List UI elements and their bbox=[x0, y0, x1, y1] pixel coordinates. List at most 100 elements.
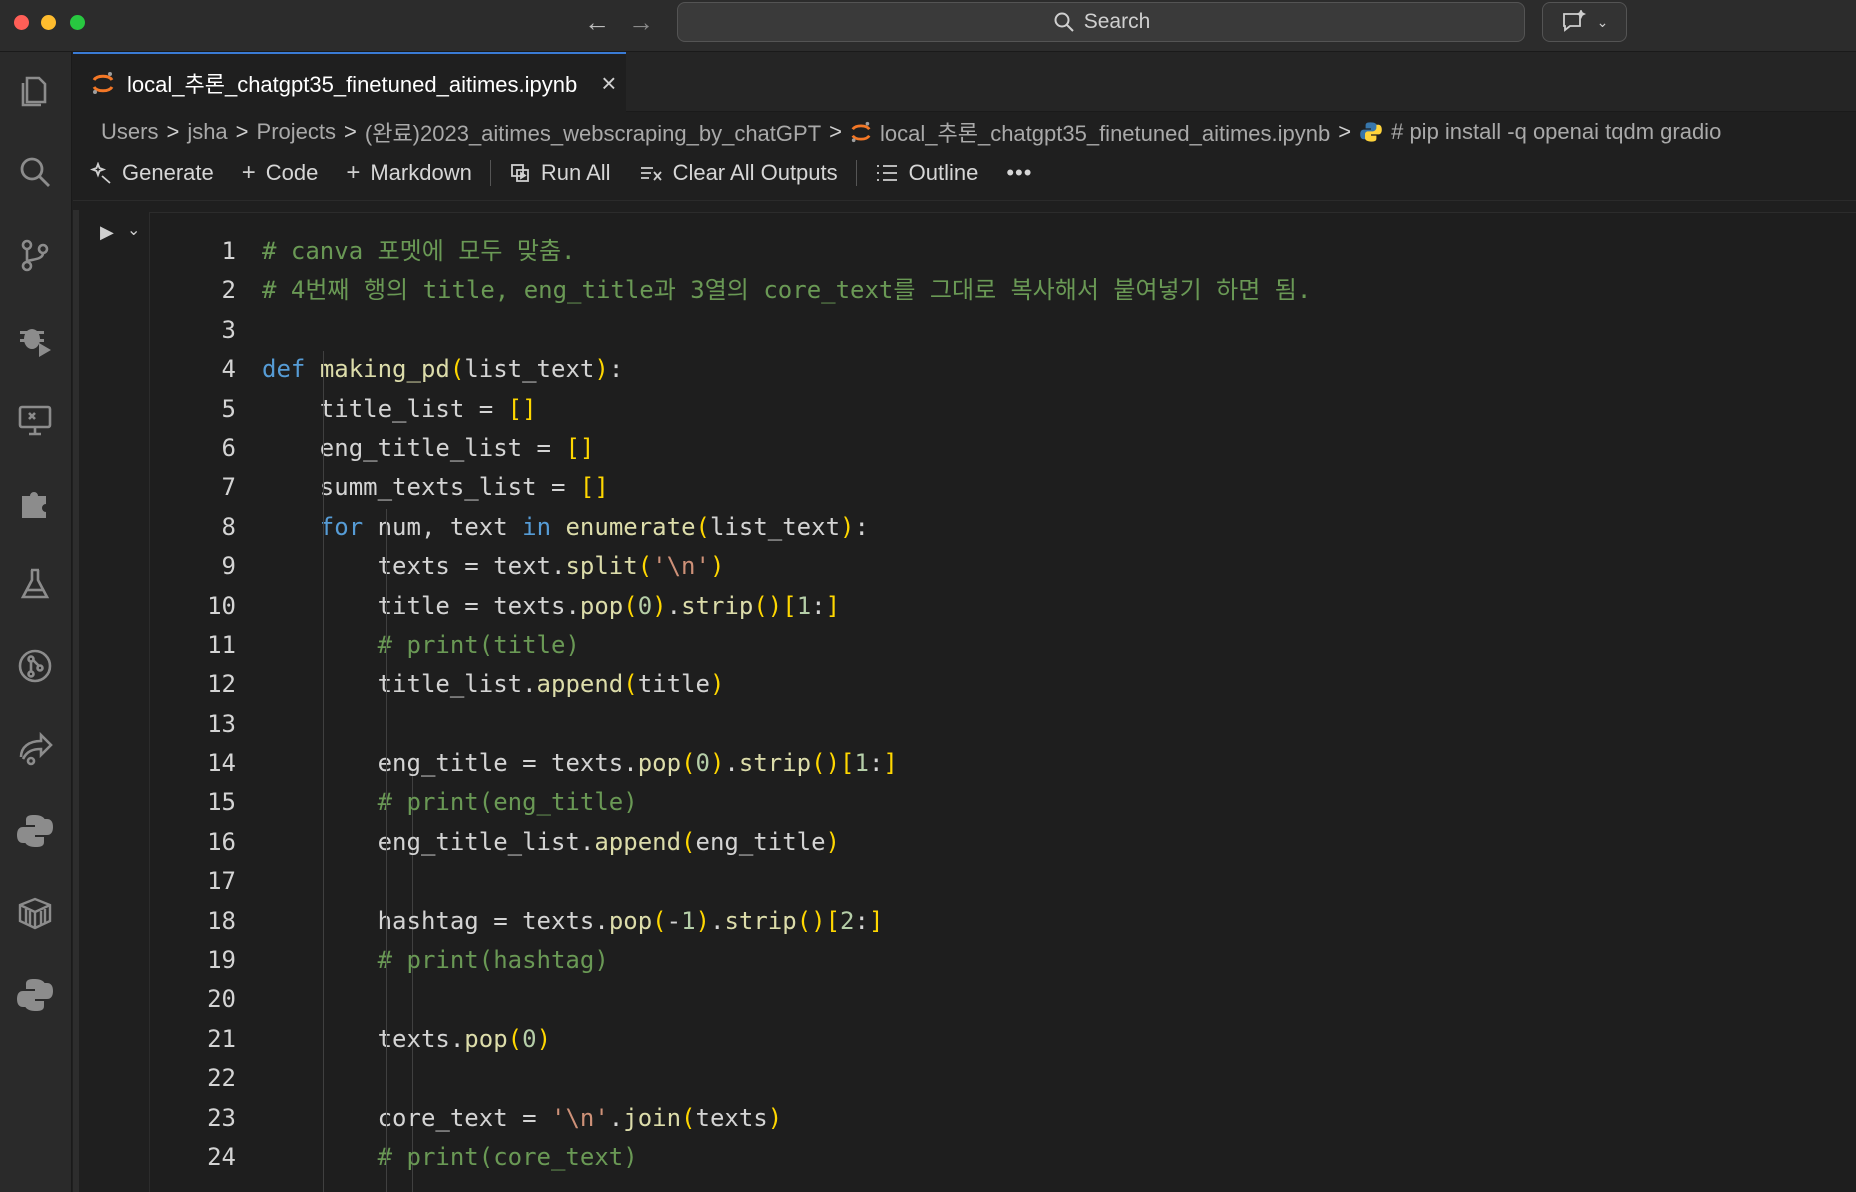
arrow-left-icon[interactable]: ← bbox=[582, 9, 612, 36]
run-cell-icon[interactable]: ▶ bbox=[100, 222, 114, 243]
generate-button[interactable]: Generate bbox=[90, 160, 214, 186]
chevron-down-icon: ⌄ bbox=[1596, 13, 1609, 30]
code-line: 12 title_list.append(title) bbox=[150, 665, 724, 704]
outline-label: Outline bbox=[908, 160, 979, 185]
python-env-icon[interactable] bbox=[12, 972, 58, 1018]
code-text: # 4번째 행의 title, eng_title과 3열의 core_text… bbox=[262, 276, 1312, 305]
more-icon: ••• bbox=[1006, 160, 1033, 185]
chat-button[interactable]: ⌄ bbox=[1542, 2, 1627, 42]
line-number: 6 bbox=[221, 433, 236, 462]
line-number: 15 bbox=[207, 788, 236, 817]
remote-explorer-icon[interactable] bbox=[12, 396, 58, 442]
python-icon bbox=[1360, 122, 1382, 142]
code-text: # print(eng_title) bbox=[262, 788, 638, 817]
run-all-button[interactable]: Run All bbox=[509, 160, 611, 186]
code-line: 19 # print(hashtag) bbox=[150, 941, 609, 980]
search-icon bbox=[1054, 12, 1074, 32]
add-markdown-cell-button[interactable]: + Markdown bbox=[346, 159, 472, 187]
minimize-window-button[interactable] bbox=[41, 15, 56, 30]
code-text: # print(hashtag) bbox=[262, 946, 609, 975]
code-text: eng_title_list.append(eng_title) bbox=[377, 827, 840, 856]
testing-icon[interactable] bbox=[12, 561, 58, 607]
code-text: hashtag = texts.pop(-1).strip()[2:] bbox=[377, 906, 884, 935]
markdown-label: Markdown bbox=[370, 160, 472, 185]
code-line: 24 # print(core_text) bbox=[150, 1138, 638, 1177]
search-placeholder: Search bbox=[1083, 10, 1151, 33]
line-number: 3 bbox=[221, 315, 236, 344]
breadcrumb-item[interactable]: local_추론_chatgpt35_finetuned_aitimes.ipy… bbox=[880, 116, 1330, 148]
line-number: 10 bbox=[207, 591, 236, 620]
line-number: 8 bbox=[221, 512, 236, 541]
sparkle-icon bbox=[90, 162, 111, 184]
plus-icon: + bbox=[346, 159, 361, 186]
search-icon[interactable] bbox=[12, 149, 58, 195]
line-number: 14 bbox=[207, 749, 236, 778]
run-debug-icon[interactable] bbox=[12, 314, 58, 360]
editor-tab-bar: local_추론_chatgpt35_finetuned_aitimes.ipy… bbox=[73, 52, 1856, 112]
line-number: 9 bbox=[221, 552, 236, 581]
extensions-icon[interactable] bbox=[12, 479, 58, 525]
close-window-button[interactable] bbox=[14, 15, 29, 30]
chevron-right-icon: > bbox=[166, 119, 180, 144]
line-number: 5 bbox=[221, 394, 236, 423]
line-number: 2 bbox=[221, 276, 236, 305]
code-label: Code bbox=[265, 160, 319, 185]
chevron-down-icon[interactable]: ⌄ bbox=[127, 220, 140, 240]
command-search-box[interactable]: Search bbox=[677, 2, 1525, 42]
chevron-right-icon: > bbox=[829, 119, 842, 144]
line-number: 21 bbox=[207, 1024, 236, 1053]
breadcrumb-item[interactable]: Users bbox=[101, 119, 158, 145]
line-number: 23 bbox=[207, 1103, 236, 1132]
breadcrumb-item[interactable]: (완료)2023_aitimes_webscraping_by_chatGPT bbox=[365, 116, 821, 148]
code-text: for num, text in enumerate(list_text): bbox=[319, 512, 869, 541]
close-icon[interactable]: × bbox=[601, 68, 616, 99]
code-text: texts.pop(0) bbox=[377, 1024, 552, 1053]
code-line: 18 hashtag = texts.pop(-1).strip()[2:] bbox=[150, 902, 883, 941]
breadcrumb-item[interactable]: Projects bbox=[257, 119, 336, 145]
code-text: def making_pd(list_text): bbox=[262, 355, 624, 384]
list-icon bbox=[876, 165, 897, 181]
live-share-icon[interactable] bbox=[12, 726, 58, 772]
title-bar: ← → Search ⌄ bbox=[0, 0, 1856, 52]
jupyter-icon bbox=[92, 72, 114, 94]
code-line: 23 core_text = '\n'.join(texts) bbox=[150, 1099, 782, 1138]
breadcrumb-item[interactable]: jsha bbox=[187, 119, 227, 145]
code-line: 17 bbox=[150, 862, 236, 901]
chevron-right-icon: > bbox=[235, 119, 249, 144]
package-icon[interactable] bbox=[12, 890, 58, 936]
code-line: 1 # canva 포멧에 모두 맞춤. bbox=[150, 232, 576, 271]
line-number: 4 bbox=[221, 355, 236, 384]
code-line: 4 def making_pd(list_text): bbox=[150, 350, 624, 389]
code-line: 8 for num, text in enumerate(list_text): bbox=[150, 508, 869, 547]
python-icon[interactable] bbox=[12, 808, 58, 854]
clear-all-outputs-button[interactable]: Clear All Outputs bbox=[639, 160, 838, 186]
outline-button[interactable]: Outline bbox=[875, 160, 979, 186]
maximize-window-button[interactable] bbox=[70, 15, 85, 30]
arrow-right-icon[interactable]: → bbox=[626, 9, 656, 36]
git-graph-icon[interactable] bbox=[12, 643, 58, 689]
toolbar-separator bbox=[73, 200, 1856, 201]
line-number: 11 bbox=[207, 630, 236, 659]
code-text: title_list = [] bbox=[319, 394, 537, 423]
code-lines: 1 # canva 포멧에 모두 맞춤. 2 # 4번째 행의 title, eng… bbox=[150, 232, 1311, 1177]
tab-notebook[interactable]: local_추론_chatgpt35_finetuned_aitimes.ipy… bbox=[73, 52, 626, 112]
tab-label: local_추론_chatgpt35_finetuned_aitimes.ipy… bbox=[127, 72, 578, 97]
plus-icon: + bbox=[241, 159, 256, 186]
line-number: 17 bbox=[207, 867, 236, 896]
line-number: 16 bbox=[207, 827, 236, 856]
clear-all-outputs-label: Clear All Outputs bbox=[672, 160, 838, 185]
source-control-icon[interactable] bbox=[12, 232, 58, 278]
more-actions-button[interactable]: ••• bbox=[1006, 160, 1032, 186]
chevron-right-icon: > bbox=[1338, 119, 1352, 144]
line-number: 12 bbox=[207, 670, 236, 699]
notebook-toolbar: Generate + Code + Markdown Run All Clear… bbox=[90, 155, 1060, 191]
code-line: 11 # print(title) bbox=[150, 626, 580, 665]
code-line: 3 bbox=[150, 311, 236, 350]
add-code-cell-button[interactable]: + Code bbox=[242, 159, 319, 187]
code-line: 7 summ_texts_list = [] bbox=[150, 468, 609, 507]
jupyter-icon bbox=[851, 121, 871, 143]
explorer-icon[interactable] bbox=[12, 67, 58, 113]
breadcrumb-item[interactable]: # pip install -q openai tqdm gradio bbox=[1391, 119, 1721, 145]
code-cell-editor[interactable]: 1 # canva 포멧에 모두 맞춤. 2 # 4번째 행의 title, eng… bbox=[149, 212, 1856, 1192]
code-line: 5 title_list = [] bbox=[150, 390, 537, 429]
